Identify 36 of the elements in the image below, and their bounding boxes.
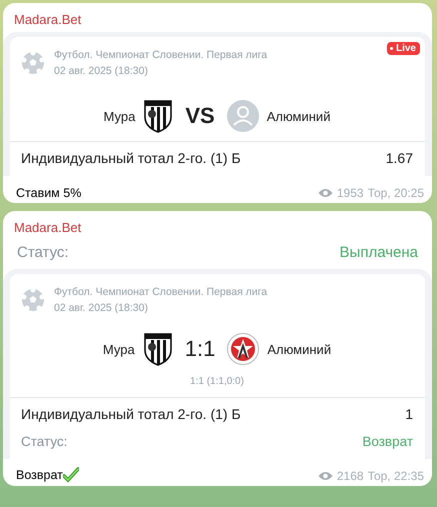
shield-logo-icon	[143, 99, 174, 133]
home-team: Мура	[104, 108, 136, 124]
match-date: 02 авг. 2025 (18:30)	[54, 301, 149, 316]
status-label: Статус:	[17, 244, 69, 261]
bet-name: Индивидуальный тотал 2-го. (1) Б	[21, 150, 241, 166]
bet-odds: 1	[405, 406, 413, 422]
versus-label: VS	[185, 103, 215, 129]
bet-status-value: Возврат	[362, 434, 413, 449]
eye-icon	[318, 471, 333, 481]
bet-odds: 1.67	[386, 150, 413, 166]
bet-name: Индивидуальный тотал 2-го. (1) Б	[21, 406, 241, 422]
home-team: Мура	[102, 342, 135, 356]
sender-name: Madara.Bet	[13, 219, 82, 237]
message-caption: Ставим 5%	[16, 186, 82, 200]
avatar-placeholder-icon	[226, 100, 259, 132]
message-time: Тор, 20:25	[368, 186, 424, 200]
status-value: Выплачена	[340, 244, 418, 261]
shield-logo-icon	[142, 332, 173, 366]
live-badge: Live	[386, 42, 420, 55]
star-logo-icon	[227, 333, 260, 365]
league-name: Футбол. Чемпионат Словении. Первая лига	[54, 285, 268, 300]
message-caption: Возврат	[16, 468, 63, 482]
score-detail: 1:1 (1:1,0:0)	[189, 376, 245, 387]
view-count: 2168	[336, 469, 364, 483]
view-count: 1953	[336, 186, 364, 200]
league-name: Футбол. Чемпионат Словении. Первая лига	[54, 48, 268, 63]
away-team: Алюминий	[267, 342, 332, 356]
match-date: 02 авг. 2025 (18:30)	[54, 64, 149, 79]
message-time: Тор, 22:35	[368, 469, 424, 483]
eye-icon	[318, 188, 333, 198]
ball-icon	[21, 288, 45, 312]
sender-name: Madara.Bet	[13, 11, 82, 29]
match-score: 1:1	[184, 336, 216, 362]
bet-status-label: Статус:	[21, 434, 68, 449]
away-team: Алюминий	[266, 108, 330, 124]
ball-icon	[21, 51, 45, 75]
